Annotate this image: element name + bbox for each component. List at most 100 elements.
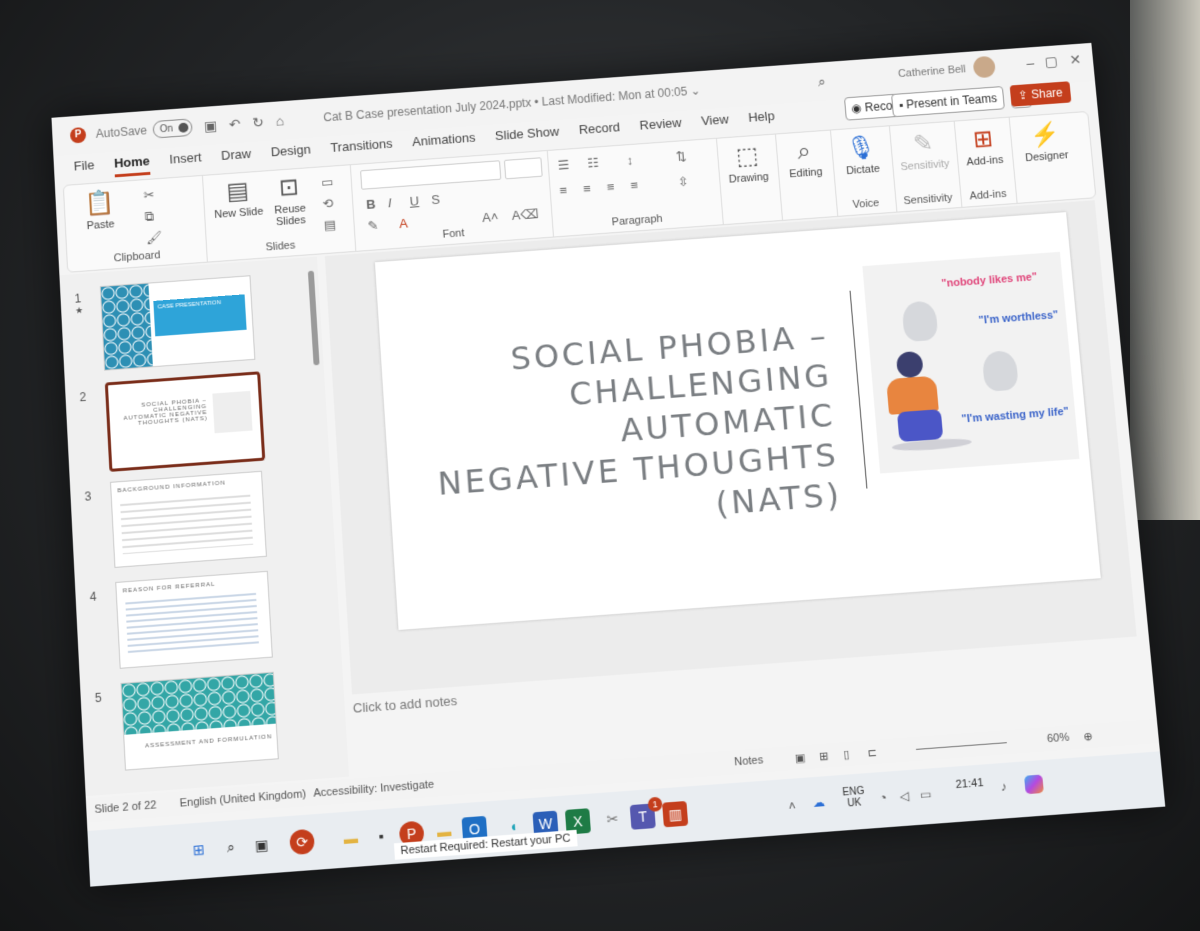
copilot-icon[interactable] [1024,774,1044,795]
app-icon[interactable]: ▪ [368,823,394,849]
maximize-icon[interactable]: ▢ [1044,53,1059,70]
dictate-button[interactable]: 🎙 Dictate [834,132,889,177]
thumbnail-title: BACKGROUND INFORMATION [117,480,226,495]
tab-design[interactable]: Design [270,142,311,166]
present-icon[interactable]: ⌂ [275,113,284,129]
highlight-icon[interactable]: ✎ [367,218,379,234]
sensitivity-label: Sensitivity [903,191,953,208]
sensitivity-button[interactable]: ✎ Sensitivity [893,128,954,174]
slide-title[interactable]: SOCIAL PHOBIA – CHALLENGING AUTOMATIC NE… [400,316,844,546]
fit-slide-icon[interactable]: ⊕ [1083,730,1093,744]
designer-button[interactable]: ⚡ Designer [1015,119,1076,165]
tab-transitions[interactable]: Transitions [330,136,394,162]
current-slide[interactable]: SOCIAL PHOBIA – CHALLENGING AUTOMATIC NE… [374,212,1101,630]
copy-icon[interactable]: ⧉ [144,209,154,225]
editing-button[interactable]: ⌕ Editing [777,136,832,180]
zoom-slider[interactable] [915,742,1007,750]
format-painter-icon[interactable]: 🖌 [146,230,163,247]
bold-button[interactable]: B [366,197,376,212]
tab-animations[interactable]: Animations [412,130,477,156]
grow-font-icon[interactable]: A˄ [482,209,499,225]
volume-icon[interactable]: ◁ [899,789,910,804]
slide-thumbnail-4[interactable]: REASON FOR REFERRAL [115,570,273,669]
tab-help[interactable]: Help [748,108,776,131]
addins-button[interactable]: ⊞ Add-ins [956,124,1011,169]
tab-home[interactable]: Home [113,153,151,178]
tab-record[interactable]: Record [578,120,621,144]
tab-view[interactable]: View [701,112,730,135]
restart-icon[interactable]: ⟳ [289,828,315,856]
tab-slide-show[interactable]: Slide Show [495,124,560,150]
numbering-icon[interactable]: ☷ [587,155,600,171]
italic-button[interactable]: I [387,195,392,210]
notes-input[interactable]: Click to add notes [352,693,457,716]
text-direction-icon[interactable]: ⇅ [675,149,687,165]
tab-review[interactable]: Review [639,115,683,139]
drawing-button[interactable]: ⬚ Drawing [720,141,775,186]
reuse-slides-button[interactable]: ⊡ Reuse Slides [263,172,316,229]
align-right-icon[interactable]: ≡ [606,179,615,194]
cut-icon[interactable]: ✂ [143,187,155,203]
thumbnail-content [120,494,254,555]
chevron-up-icon[interactable]: ˄ [788,799,796,814]
redo-icon[interactable]: ↻ [252,114,265,131]
search-icon[interactable]: ⌕ [817,73,826,90]
person-legs-icon [896,409,944,443]
align-text-icon[interactable]: ⇳ [677,174,689,190]
windows-start-icon[interactable]: ⊞ [186,836,212,863]
task-view-icon[interactable]: ▣ [249,832,275,859]
office-icon[interactable]: ▥ [662,800,689,828]
share-button[interactable]: ⇪ Share [1009,81,1072,107]
bullets-icon[interactable]: ☰ [557,157,570,173]
wifi-icon[interactable]: ◔ [879,790,888,805]
section-icon[interactable]: ▤ [323,217,336,233]
slideshow-icon[interactable]: ⊏ [867,746,877,760]
close-icon[interactable]: ✕ [1069,51,1082,68]
slide-sorter-icon[interactable]: ⊞ [819,749,829,763]
font-color-icon[interactable]: A [399,216,409,231]
user-name[interactable]: Catherine Bell [898,64,967,80]
slide-thumbnail-3[interactable]: BACKGROUND INFORMATION [109,470,267,568]
reading-view-icon[interactable]: ▯ [843,748,850,762]
notes-button[interactable]: Notes [734,754,764,768]
justify-icon[interactable]: ≡ [630,178,639,193]
notification-bell-icon[interactable]: ♪ [1000,779,1007,794]
paste-button[interactable]: 📋 Paste [74,187,126,232]
normal-view-icon[interactable]: ▣ [794,751,806,765]
strikethrough-button[interactable]: S [431,192,441,207]
slide-thumbnail-5[interactable]: ASSESSMENT AND FORMULATION [120,671,279,771]
search-icon[interactable]: ⌕ [218,834,244,861]
tab-file[interactable]: File [73,157,95,180]
underline-button[interactable]: U [409,193,419,208]
zoom-level[interactable]: 60% [1047,731,1070,745]
tab-draw[interactable]: Draw [221,146,252,169]
new-slide-button[interactable]: ▤ New Slide [212,176,264,221]
clock[interactable]: 21:41 [955,777,984,791]
battery-icon[interactable]: ▭ [919,787,932,802]
font-size-select[interactable] [503,157,543,180]
line-spacing-icon[interactable]: ↕ [626,153,634,168]
accessibility-status[interactable]: Accessibility: Investigate [313,779,434,800]
slide-thumbnail-2[interactable]: SOCIAL PHOBIA – CHALLENGING AUTOMATIC NE… [104,371,266,472]
undo-icon[interactable]: ↶ [228,115,241,132]
align-center-icon[interactable]: ≡ [583,181,592,196]
tab-insert[interactable]: Insert [169,150,202,174]
slide-thumbnail-panel[interactable]: 1 ★ CASE PRESENTATION 2 SOCIAL PHOBIA – … [59,256,350,797]
reset-icon[interactable]: ⟲ [322,196,334,212]
language-status[interactable]: English (United Kingdom) [179,788,306,810]
avatar[interactable] [972,55,997,79]
file-explorer-icon[interactable]: ▬ [338,825,364,851]
minimize-icon[interactable]: – [1026,55,1035,71]
cloud-icon[interactable]: ☁ [812,795,825,810]
input-language[interactable]: ENG UK [842,786,866,810]
font-group: B I U S ✎ A A˄ A⌫ Font [349,150,554,251]
snipping-icon[interactable]: ✂ [599,806,625,832]
font-name-select[interactable] [360,160,502,190]
align-left-icon[interactable]: ≡ [559,183,568,198]
autosave-toggle[interactable]: On [152,118,193,139]
save-icon[interactable]: ▣ [204,117,218,134]
layout-icon[interactable]: ▭ [321,174,334,190]
powerpoint-logo-icon: P [69,126,87,144]
slide-thumbnail-1[interactable]: CASE PRESENTATION [99,275,256,371]
slide-illustration[interactable]: "nobody likes me" "I'm worthless" "I'm w… [862,251,1080,474]
